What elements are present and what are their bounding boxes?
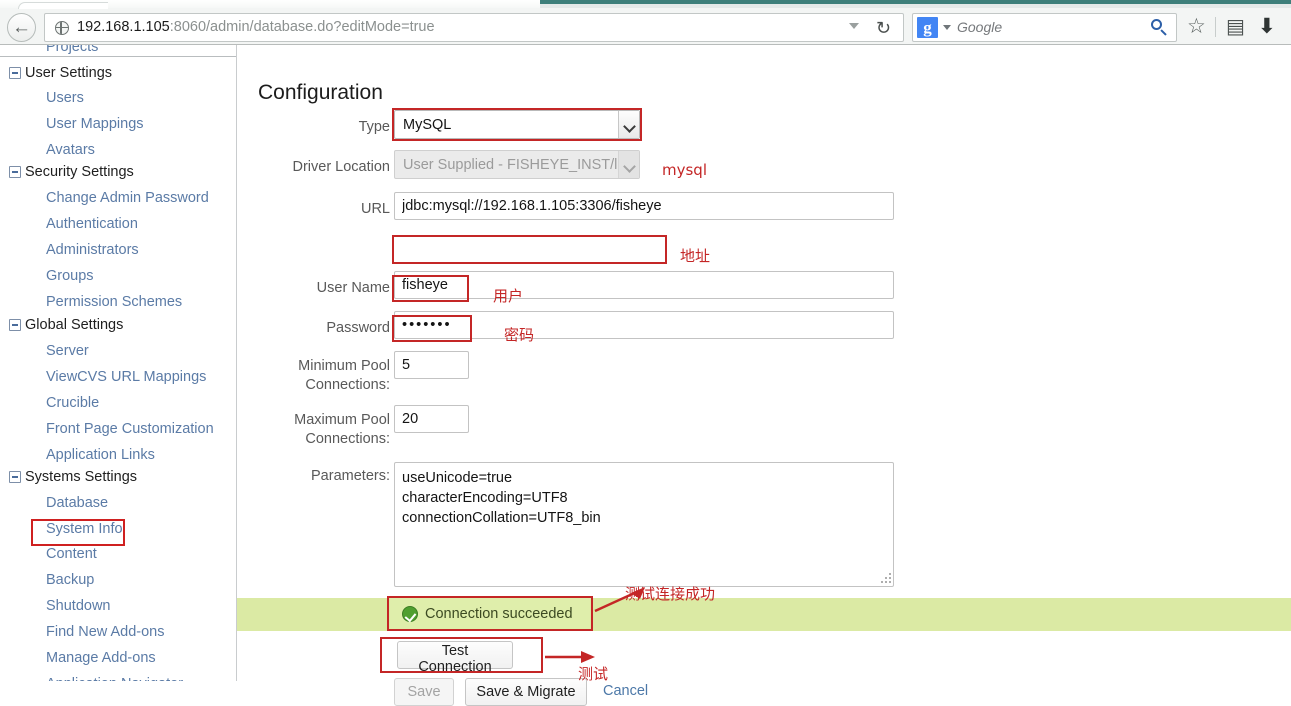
label-user-name: User Name [316,280,390,296]
url-host: 192.168.1.105 [77,19,170,35]
minimum-pool-connections-input[interactable] [394,351,469,379]
navigation-toolbar: ← 192.168.1.105:8060/admin/database.do?e… [0,8,1291,44]
toolbar-divider [1215,17,1216,37]
save-button[interactable]: Save [394,678,454,706]
annotation-text-type: mysql [662,161,707,179]
sidebar-group-user-settings[interactable]: User Settings [0,61,236,86]
google-logo-icon: g [917,17,938,38]
address-bar[interactable]: 192.168.1.105:8060/admin/database.do?edi… [44,13,904,42]
collapse-minus-icon[interactable] [9,67,21,79]
admin-sidebar: Projects User Settings Users User Mappin… [0,45,237,681]
url-path: :8060/admin/database.do?editMode=true [169,19,435,35]
sidebar-group-security-settings[interactable]: Security Settings [0,160,236,185]
annotation-text-url: 地址 [680,247,711,265]
search-input[interactable]: Google [957,14,1002,41]
password-input[interactable] [394,311,894,339]
address-bar-text: 192.168.1.105:8060/admin/database.do?edi… [77,14,435,41]
sidebar-item-database[interactable]: Database [0,491,236,516]
save-and-migrate-button[interactable]: Save & Migrate [465,678,587,706]
downloads-icon[interactable]: ⬇ [1258,14,1276,40]
search-engine-chevron-icon[interactable] [943,25,951,30]
sidebar-item-shutdown[interactable]: Shutdown [0,594,236,619]
reader-mode-icon[interactable]: ▤ [1226,14,1245,40]
browser-chrome: ← 192.168.1.105:8060/admin/database.do?e… [0,0,1291,45]
tab-strip [0,0,1291,9]
collapse-minus-icon[interactable] [9,166,21,178]
collapse-minus-icon[interactable] [9,319,21,331]
sidebar-item-administrators[interactable]: Administrators [0,238,236,263]
user-name-input[interactable] [394,271,894,299]
sidebar-item-permission-schemes[interactable]: Permission Schemes [0,290,236,315]
maximum-pool-connections-input[interactable] [394,405,469,433]
sidebar-item-server[interactable]: Server [0,339,236,364]
sidebar-item-content[interactable]: Content [0,542,236,567]
type-select-value: MySQL [403,117,452,133]
label-minimum-pool-connections: Minimum Pool Connections: [298,358,390,393]
search-bar[interactable]: g Google [912,13,1177,42]
back-button[interactable]: ← [7,13,36,42]
type-select[interactable]: MySQL [394,110,640,139]
sidebar-item-users[interactable]: Users [0,86,236,111]
sidebar-group-global-settings[interactable]: Global Settings [0,313,236,338]
connection-status-text: Connection succeeded [425,606,573,622]
sidebar-item-find-new-add-ons[interactable]: Find New Add-ons [0,620,236,645]
label-type: Type [358,119,390,135]
cancel-link[interactable]: Cancel [603,683,648,699]
configuration-panel: Configuration Type MySQL Driver Location… [237,45,1291,706]
chevron-down-icon[interactable] [618,111,639,138]
sidebar-item-system-info[interactable]: System Info [0,517,236,542]
test-connection-button[interactable]: Test Connection [397,641,513,675]
sidebar-group-systems-settings[interactable]: Systems Settings [0,465,236,490]
sidebar-item-user-mappings[interactable]: User Mappings [0,112,236,137]
sidebar-item-crucible[interactable]: Crucible [0,391,236,416]
label-url: URL [360,201,390,217]
page-title: Configuration [258,81,383,104]
chevron-down-icon [618,151,639,178]
search-icon[interactable] [1150,18,1168,36]
check-circle-icon [402,606,418,622]
back-arrow-icon: ← [12,17,31,38]
sidebar-item-projects[interactable]: Projects [0,45,236,60]
globe-icon [55,21,69,35]
bookmark-star-icon[interactable]: ☆ [1187,14,1206,40]
sidebar-item-application-navigator[interactable]: Application Navigator [0,672,236,681]
driver-location-select: User Supplied - FISHEYE_INST/lib [394,150,640,179]
label-parameters: Parameters: [311,468,390,484]
annotation-box-url [392,235,667,264]
url-input[interactable] [394,192,894,220]
label-password: Password [326,320,390,336]
sidebar-item-front-page-customization[interactable]: Front Page Customization [0,417,236,442]
driver-location-value: User Supplied - FISHEYE_INST/lib [403,157,629,173]
reload-icon[interactable]: ↻ [876,18,891,39]
sidebar-item-backup[interactable]: Backup [0,568,236,593]
label-maximum-pool-connections: Maximum Pool Connections: [294,412,390,447]
parameters-textarea[interactable]: useUnicode=true characterEncoding=UTF8 c… [394,462,894,587]
sidebar-item-viewcvs-url-mappings[interactable]: ViewCVS URL Mappings [0,365,236,390]
sidebar-item-authentication[interactable]: Authentication [0,212,236,237]
label-driver-location: Driver Location [292,159,390,175]
page-body: Projects User Settings Users User Mappin… [0,45,1291,706]
chevron-down-icon[interactable] [849,23,859,29]
sidebar-item-groups[interactable]: Groups [0,264,236,289]
collapse-minus-icon[interactable] [9,471,21,483]
connection-status-message: Connection succeeded [390,598,590,631]
annotation-arrow-test [545,651,595,663]
sidebar-item-change-admin-password[interactable]: Change Admin Password [0,186,236,211]
sidebar-item-manage-add-ons[interactable]: Manage Add-ons [0,646,236,671]
